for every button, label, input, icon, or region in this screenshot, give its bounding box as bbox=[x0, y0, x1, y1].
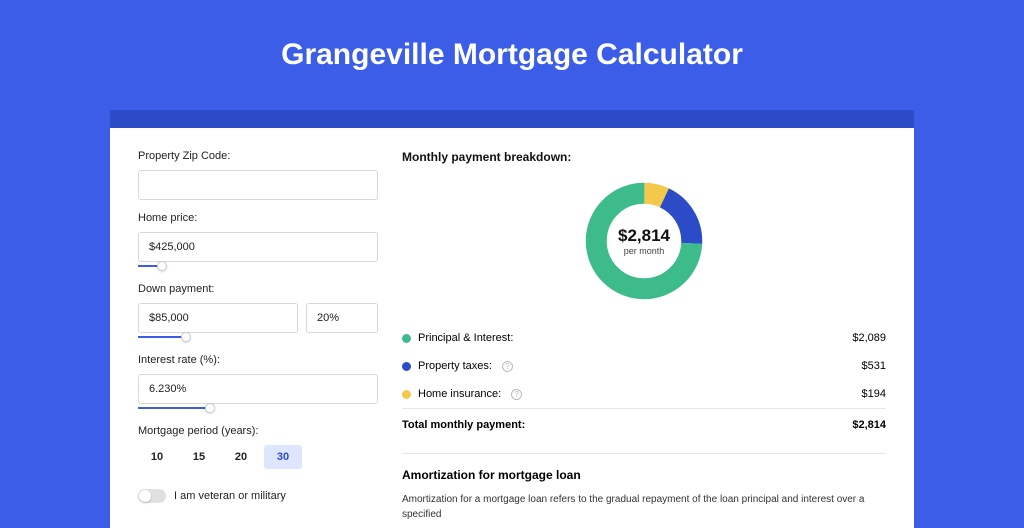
down-payment-slider[interactable] bbox=[138, 332, 378, 342]
total-label: Total monthly payment: bbox=[402, 419, 525, 431]
zip-field-group: Property Zip Code: bbox=[138, 150, 378, 200]
total-value: $2,814 bbox=[852, 419, 886, 431]
interest-label: Interest rate (%): bbox=[138, 354, 378, 366]
legend-row-taxes: Property taxes: ? $531 bbox=[402, 352, 886, 380]
period-btn-30[interactable]: 30 bbox=[264, 445, 302, 469]
toggle-knob-icon bbox=[139, 490, 151, 502]
calculator-panel: Property Zip Code: Home price: Down paym… bbox=[110, 128, 914, 528]
dot-icon bbox=[402, 362, 411, 371]
period-btn-15[interactable]: 15 bbox=[180, 445, 218, 469]
veteran-toggle-row: I am veteran or military bbox=[138, 489, 378, 503]
down-payment-label: Down payment: bbox=[138, 283, 378, 295]
period-field-group: Mortgage period (years): 10 15 20 30 bbox=[138, 425, 378, 469]
veteran-toggle[interactable] bbox=[138, 489, 166, 503]
inputs-column: Property Zip Code: Home price: Down paym… bbox=[138, 150, 378, 528]
veteran-label: I am veteran or military bbox=[174, 490, 286, 502]
donut-center: $2,814 per month bbox=[581, 178, 707, 304]
down-payment-input[interactable] bbox=[138, 303, 298, 333]
donut-sub: per month bbox=[624, 246, 665, 256]
interest-slider[interactable] bbox=[138, 403, 378, 413]
legend-value: $2,089 bbox=[852, 332, 886, 344]
home-price-input[interactable] bbox=[138, 232, 378, 262]
donut-amount: $2,814 bbox=[618, 226, 670, 246]
amortization-text: Amortization for a mortgage loan refers … bbox=[402, 492, 886, 522]
dot-icon bbox=[402, 334, 411, 343]
info-icon[interactable]: ? bbox=[511, 389, 522, 400]
legend-label: Home insurance: bbox=[418, 388, 501, 400]
legend-label: Property taxes: bbox=[418, 360, 492, 372]
period-label: Mortgage period (years): bbox=[138, 425, 378, 437]
down-payment-field-group: Down payment: bbox=[138, 283, 378, 342]
legend-row-total: Total monthly payment: $2,814 bbox=[402, 408, 886, 439]
down-payment-pct-input[interactable] bbox=[306, 303, 378, 333]
legend-label: Principal & Interest: bbox=[418, 332, 513, 344]
amortization-title: Amortization for mortgage loan bbox=[402, 468, 886, 482]
home-price-field-group: Home price: bbox=[138, 212, 378, 271]
legend-row-insurance: Home insurance: ? $194 bbox=[402, 380, 886, 408]
interest-field-group: Interest rate (%): bbox=[138, 354, 378, 413]
dot-icon bbox=[402, 390, 411, 399]
header-accent-bar bbox=[110, 110, 914, 128]
zip-label: Property Zip Code: bbox=[138, 150, 378, 162]
legend-value: $194 bbox=[862, 388, 886, 400]
donut-chart: $2,814 per month bbox=[581, 178, 707, 304]
info-icon[interactable]: ? bbox=[502, 361, 513, 372]
breakdown-column: Monthly payment breakdown: $2,814 per mo… bbox=[402, 150, 886, 528]
breakdown-title: Monthly payment breakdown: bbox=[402, 150, 886, 164]
legend-value: $531 bbox=[862, 360, 886, 372]
period-btn-20[interactable]: 20 bbox=[222, 445, 260, 469]
zip-input[interactable] bbox=[138, 170, 378, 200]
donut-chart-wrap: $2,814 per month bbox=[402, 178, 886, 304]
home-price-slider[interactable] bbox=[138, 261, 378, 271]
home-price-label: Home price: bbox=[138, 212, 378, 224]
interest-input[interactable] bbox=[138, 374, 378, 404]
page-title: Grangeville Mortgage Calculator bbox=[281, 38, 743, 72]
period-btn-10[interactable]: 10 bbox=[138, 445, 176, 469]
legend-row-principal: Principal & Interest: $2,089 bbox=[402, 324, 886, 352]
